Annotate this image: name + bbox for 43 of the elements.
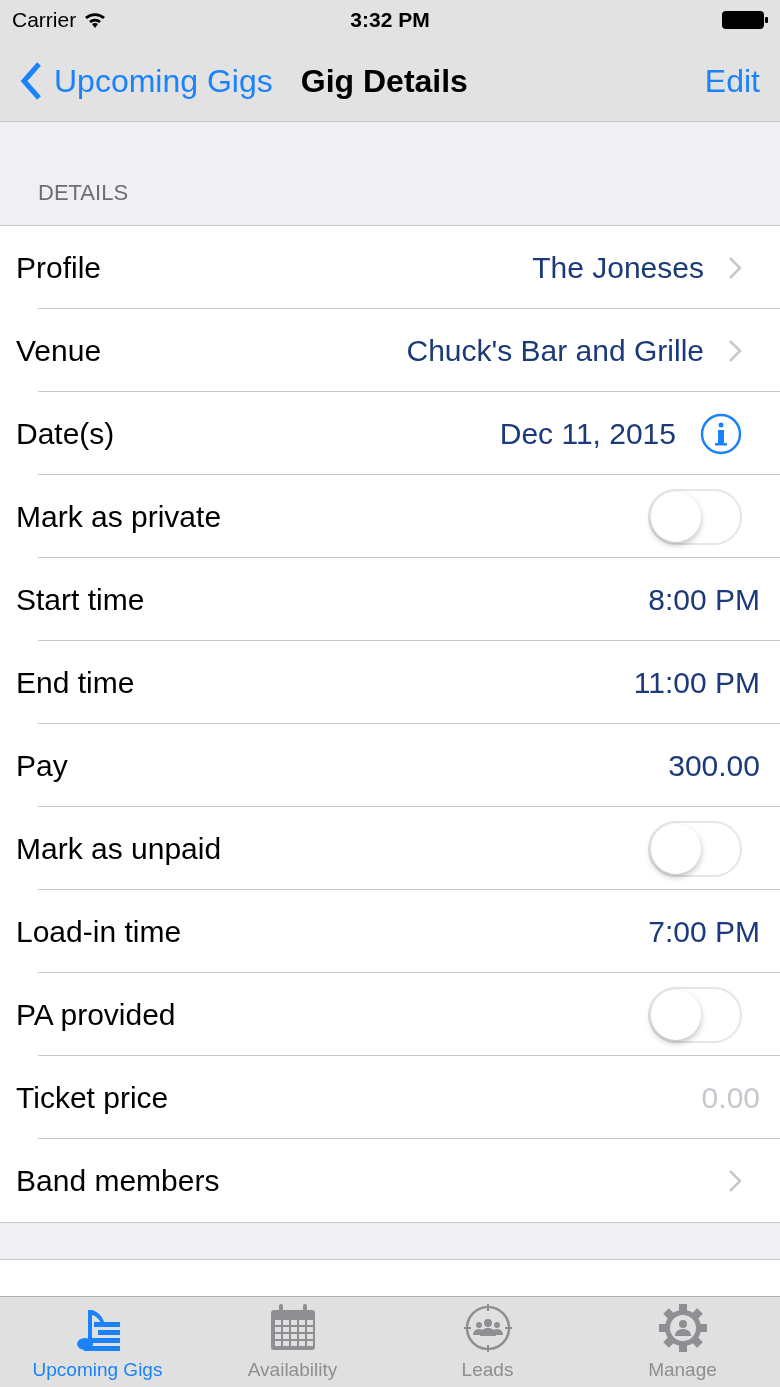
row-value: 7:00 PM bbox=[648, 914, 760, 950]
row-value: Dec 11, 2015 bbox=[499, 416, 676, 452]
edit-button[interactable]: Edit bbox=[704, 56, 760, 105]
row-label: Start time bbox=[16, 582, 145, 618]
row-label: Mark as unpaid bbox=[16, 831, 222, 867]
row-label: Venue bbox=[16, 333, 102, 369]
row-label: Date(s) bbox=[16, 416, 115, 452]
row-value: 300.00 bbox=[668, 748, 760, 784]
row-value[interactable]: Chuck's Bar and Grille bbox=[406, 328, 704, 373]
battery-icon bbox=[722, 10, 768, 30]
section-header: DETAILS bbox=[38, 179, 129, 207]
row-label: Ticket price bbox=[16, 1080, 169, 1116]
nav-title: Gig Details bbox=[300, 61, 468, 101]
info-icon[interactable] bbox=[700, 412, 742, 455]
tab-bar-item[interactable]: Manage bbox=[585, 1297, 780, 1387]
toggle-switch[interactable] bbox=[648, 820, 742, 877]
row-label: End time bbox=[16, 665, 135, 701]
chevron-icon bbox=[728, 1168, 742, 1193]
tab-bar-item[interactable]: Availability bbox=[195, 1297, 390, 1387]
row-label: Pay bbox=[16, 748, 68, 784]
tab-bar-item[interactable]: Leads bbox=[390, 1297, 585, 1387]
row-value: 8:00 PM bbox=[648, 582, 760, 618]
calendar-icon bbox=[268, 1303, 317, 1352]
row-label: Band members bbox=[16, 1163, 220, 1199]
back-button[interactable]: Upcoming Gigs bbox=[20, 56, 273, 105]
back-chevron-icon bbox=[20, 61, 42, 100]
toggle-switch[interactable] bbox=[648, 488, 742, 545]
row-value[interactable]: The Joneses bbox=[532, 245, 704, 290]
gear-icon bbox=[658, 1303, 707, 1352]
toggle-switch[interactable] bbox=[648, 986, 742, 1043]
group-target-icon bbox=[463, 1303, 512, 1352]
row-label: Mark as private bbox=[16, 499, 222, 535]
tab-bar-item[interactable]: Upcoming Gigs bbox=[0, 1297, 195, 1387]
wifi-icon bbox=[84, 12, 107, 28]
chevron-icon bbox=[728, 338, 742, 363]
row-label: PA provided bbox=[16, 997, 176, 1033]
row-label: Load-in time bbox=[16, 914, 182, 950]
status-time: 3:32 PM bbox=[350, 7, 430, 34]
ticket-price-field[interactable]: 0.00 bbox=[640, 1075, 760, 1120]
carrier-name: Carrier bbox=[12, 7, 77, 34]
chevron-icon bbox=[728, 255, 742, 280]
row-value: 11:00 PM bbox=[633, 665, 760, 701]
row-label: Profile bbox=[16, 250, 102, 286]
